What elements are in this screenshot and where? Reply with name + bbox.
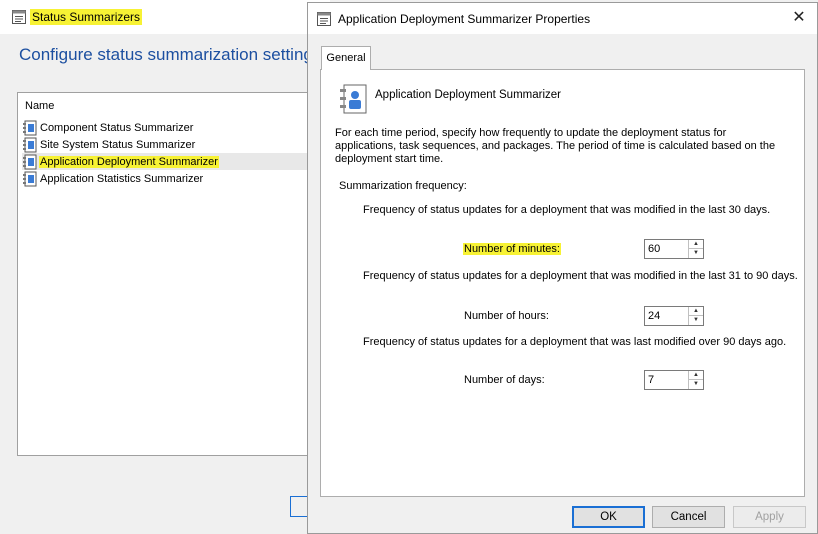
hours-spinner[interactable]: 24 ▲ ▼ (644, 306, 704, 326)
days-label: Number of days: (464, 374, 545, 386)
bg-window-title: Status Summarizers (30, 9, 143, 25)
summarizer-name: Application Deployment Summarizer (375, 89, 561, 101)
summarization-frequency-label: Summarization frequency: (339, 180, 467, 192)
list-item-label: Application Deployment Summarizer (39, 155, 219, 168)
summarizer-icon (340, 84, 367, 114)
hours-label: Number of hours: (464, 310, 549, 322)
spin-up-icon[interactable]: ▲ (689, 371, 703, 380)
apply-button[interactable]: Apply (733, 506, 806, 528)
close-icon[interactable]: ✕ (789, 8, 809, 28)
minutes-value[interactable]: 60 (648, 243, 660, 255)
days-value[interactable]: 7 (648, 374, 654, 386)
days-spinner[interactable]: 7 ▲ ▼ (644, 370, 704, 390)
minutes-label: Number of minutes: (463, 243, 561, 255)
list-item-label: Application Statistics Summarizer (40, 172, 204, 185)
spin-down-icon[interactable]: ▼ (689, 249, 703, 258)
general-tab-panel: Application Deployment Summarizer For ea… (320, 69, 805, 497)
list-item-label: Component Status Summarizer (40, 121, 194, 134)
spin-up-icon[interactable]: ▲ (689, 240, 703, 249)
ok-button[interactable]: OK (572, 506, 645, 528)
bg-titlebar: Status Summarizers (0, 0, 330, 34)
list-item-site-system-status[interactable]: Site System Status Summarizer (22, 136, 314, 153)
properties-dialog: Application Deployment Summarizer Proper… (307, 2, 818, 534)
spin-up-icon[interactable]: ▲ (689, 307, 703, 316)
tab-general[interactable]: General (321, 46, 371, 70)
spin-buttons: ▲ ▼ (688, 307, 703, 325)
spin-buttons: ▲ ▼ (688, 240, 703, 258)
spin-down-icon[interactable]: ▼ (689, 380, 703, 389)
window-icon (12, 10, 26, 24)
description-text: For each time period, specify how freque… (335, 127, 776, 165)
list-item-application-deployment[interactable]: Application Deployment Summarizer (22, 153, 314, 170)
spin-down-icon[interactable]: ▼ (689, 316, 703, 325)
cancel-button[interactable]: Cancel (652, 506, 725, 528)
period-1-description: Frequency of status updates for a deploy… (363, 204, 771, 216)
list-header-name[interactable]: Name (25, 100, 54, 112)
period-2-description: Frequency of status updates for a deploy… (363, 270, 798, 282)
summarizer-icon (23, 154, 37, 169)
summarizer-icon (23, 120, 37, 135)
summarizer-list[interactable]: Name Component Status Summarizer Site Sy… (17, 92, 317, 456)
hours-value[interactable]: 24 (648, 310, 660, 322)
dialog-titlebar[interactable]: Application Deployment Summarizer Proper… (308, 3, 817, 34)
period-3-description: Frequency of status updates for a deploy… (363, 336, 787, 348)
window-icon (317, 12, 331, 26)
summarizer-icon (23, 137, 37, 152)
list-item-component-status[interactable]: Component Status Summarizer (22, 119, 314, 136)
list-item-application-statistics[interactable]: Application Statistics Summarizer (22, 170, 314, 187)
spin-buttons: ▲ ▼ (688, 371, 703, 389)
page-heading: Configure status summarization settings (19, 45, 322, 64)
summarizer-icon (23, 171, 37, 186)
list-item-label: Site System Status Summarizer (40, 138, 196, 151)
minutes-spinner[interactable]: 60 ▲ ▼ (644, 239, 704, 259)
dialog-title: Application Deployment Summarizer Proper… (338, 12, 591, 26)
status-summarizers-window: Status Summarizers Configure status summ… (0, 0, 330, 534)
